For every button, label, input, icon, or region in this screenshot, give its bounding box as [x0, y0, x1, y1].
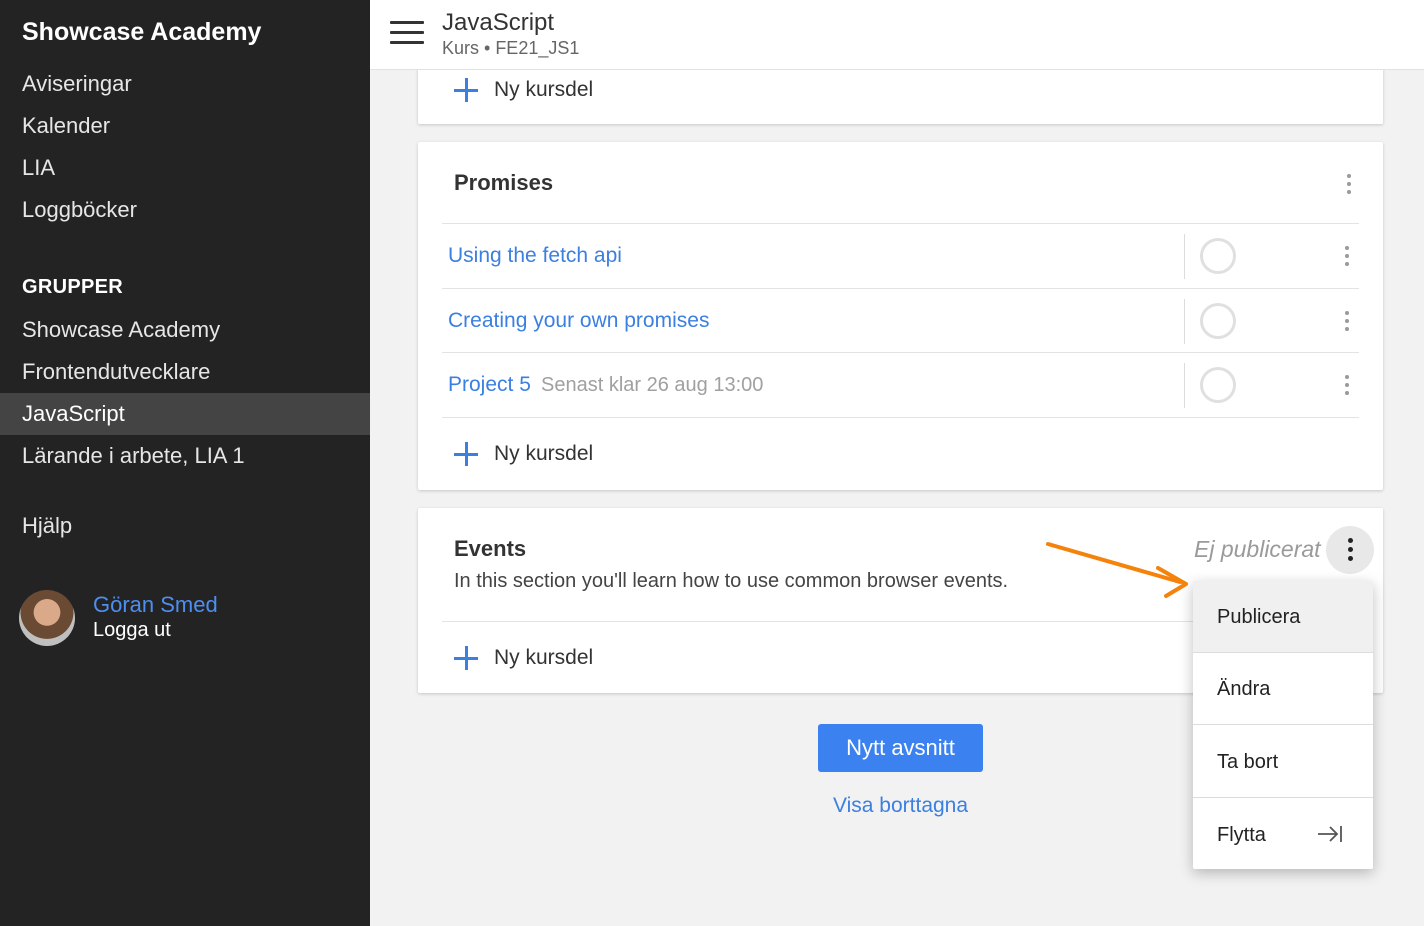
group-item-larande-i-arbete[interactable]: Lärande i arbete, LIA 1 [0, 435, 370, 477]
completion-circle-icon[interactable] [1200, 367, 1236, 403]
plus-icon [454, 646, 478, 670]
section-title: Events [454, 536, 527, 561]
nav-item-aviseringar[interactable]: Aviseringar [0, 63, 370, 105]
nav-item-help[interactable]: Hjälp [0, 505, 370, 547]
group-item-showcase-academy[interactable]: Showcase Academy [0, 309, 370, 351]
plus-icon [454, 78, 478, 102]
list-item: Creating your own promises [442, 288, 1359, 353]
nav-item-loggbocker[interactable]: Loggböcker [0, 189, 370, 231]
item-more-icon[interactable] [1337, 242, 1357, 270]
list-item: Using the fetch api [442, 223, 1359, 288]
item-more-icon[interactable] [1337, 371, 1357, 399]
menu-item-publish[interactable]: Publicera [1193, 581, 1373, 653]
logout-link[interactable]: Logga ut [93, 619, 171, 642]
add-course-part-button[interactable]: Ny kursdel [454, 638, 593, 678]
section-title: Promises [454, 170, 554, 195]
show-deleted-link[interactable]: Visa borttagna [833, 794, 968, 818]
sidebar: Showcase Academy Aviseringar Kalender LI… [0, 0, 370, 926]
avatar[interactable] [19, 590, 75, 646]
top-header: JavaScript Kurs • FE21_JS1 [370, 0, 1424, 70]
divider [1184, 299, 1185, 344]
menu-item-move[interactable]: Flytta [1193, 799, 1373, 871]
menu-icon[interactable] [390, 20, 424, 46]
deadline-text: Senast klar 26 aug 13:00 [541, 374, 764, 396]
divider [1184, 363, 1185, 408]
course-part-link[interactable]: Creating your own promises [448, 309, 709, 333]
arrow-right-to-bar-icon [1318, 826, 1342, 842]
completion-circle-icon[interactable] [1200, 303, 1236, 339]
nav-item-lia[interactable]: LIA [0, 147, 370, 189]
groups-heading: GRUPPER [22, 276, 124, 298]
add-course-part-label: Ny kursdel [494, 442, 594, 465]
menu-item-delete[interactable]: Ta bort [1193, 726, 1373, 798]
completion-circle-icon[interactable] [1200, 238, 1236, 274]
new-section-button[interactable]: Nytt avsnitt [818, 724, 983, 772]
group-item-javascript[interactable]: JavaScript [0, 393, 370, 435]
list-item: Project 5 Senast klar 26 aug 13:00 [442, 352, 1359, 417]
menu-item-edit[interactable]: Ändra [1193, 653, 1373, 725]
divider [442, 417, 1359, 418]
page-subtitle: Kurs • FE21_JS1 [442, 38, 580, 58]
section-card-promises: Promises Using the fetch api Creating yo… [418, 142, 1383, 490]
user-name-link[interactable]: Göran Smed [93, 592, 218, 618]
plus-icon [454, 442, 478, 466]
section-description: In this section you'll learn how to use … [454, 570, 1009, 592]
add-course-part-button[interactable]: Ny kursdel [454, 70, 593, 110]
course-part-link[interactable]: Using the fetch api [448, 244, 622, 268]
section-more-icon[interactable] [1339, 170, 1359, 198]
section-context-menu: Publicera Ändra Ta bort Flytta [1193, 581, 1373, 869]
menu-item-move-label: Flytta [1217, 824, 1266, 846]
add-course-part-label: Ny kursdel [494, 78, 594, 101]
course-part-link[interactable]: Project 5 [448, 373, 531, 397]
item-more-icon[interactable] [1337, 307, 1357, 335]
unpublished-badge: Ej publicerat [1194, 536, 1321, 562]
page-title: JavaScript [442, 9, 555, 36]
brand-title[interactable]: Showcase Academy [22, 18, 261, 47]
add-course-part-label: Ny kursdel [494, 646, 594, 669]
add-course-part-button[interactable]: Ny kursdel [454, 434, 593, 474]
group-item-frontendutvecklare[interactable]: Frontendutvecklare [0, 351, 370, 393]
divider [1184, 234, 1185, 279]
nav-item-kalender[interactable]: Kalender [0, 105, 370, 147]
section-more-icon[interactable] [1326, 526, 1374, 574]
annotation-arrow-icon [1046, 542, 1188, 598]
